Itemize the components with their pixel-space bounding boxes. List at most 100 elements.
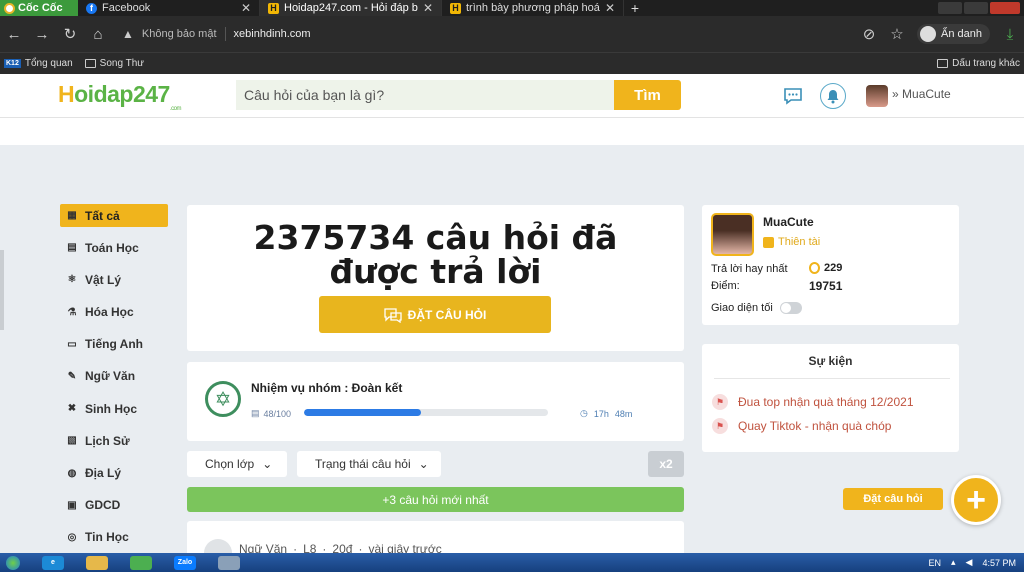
notification-bell-icon[interactable]	[820, 83, 846, 109]
windows-logo-icon	[6, 555, 20, 570]
status-filter-dropdown[interactable]: Trạng thái câu hỏi ⌄	[297, 451, 441, 477]
atom-icon: ⚛	[67, 274, 77, 286]
side-edge-tab	[0, 250, 4, 330]
logo-letter: H	[58, 81, 75, 107]
tab-chemistry[interactable]: H trình bày phương pháp hoá h ✕	[442, 0, 624, 16]
dna-icon: ✖	[67, 403, 77, 415]
event-item[interactable]: ⚑ Đua top nhận quà tháng 12/2021	[712, 394, 914, 410]
ask-question-label: ĐẶT CÂU HỎI	[407, 307, 487, 322]
reload-icon[interactable]: ↻	[62, 25, 78, 43]
tab-close-icon[interactable]: ✕	[605, 1, 615, 15]
tab-title: trình bày phương pháp hoá h	[466, 2, 600, 14]
mission-count: ▤ 48/100	[251, 408, 291, 419]
incognito-badge[interactable]: Ẩn danh	[917, 24, 990, 44]
bookmark-star-icon[interactable]: ☆	[889, 25, 905, 43]
profile-name[interactable]: MuaCute	[763, 215, 814, 229]
url-text: xebinhdinh.com	[233, 28, 311, 40]
sidebar-item-label: Vật Lý	[85, 272, 122, 287]
user-menu[interactable]: » MuaCute	[892, 87, 951, 101]
mission-title: Nhiệm vụ nhóm : Đoàn kết	[251, 381, 403, 395]
bookmark-label: Tổng quan	[24, 58, 73, 69]
search-button[interactable]: Tìm	[614, 80, 681, 110]
floating-ask-label[interactable]: Đặt câu hỏi	[843, 488, 943, 510]
sidebar-item-label: Ngữ Văn	[85, 369, 136, 384]
history-icon: ▧	[67, 435, 77, 447]
literature-icon: ✎	[67, 370, 77, 382]
mission-progress-fill	[304, 409, 422, 416]
new-tab-button[interactable]: +	[624, 0, 646, 16]
taskbar-explorer[interactable]	[80, 553, 114, 572]
header-spacer	[0, 118, 1024, 145]
language-indicator[interactable]: EN	[929, 558, 942, 568]
network-icon[interactable]: ▴	[951, 557, 956, 568]
maximize-button[interactable]	[964, 2, 988, 14]
chat-icon[interactable]	[780, 83, 806, 109]
sidebar-item-geography[interactable]: ◍ Địa Lý	[60, 462, 168, 485]
avatar[interactable]	[711, 213, 754, 256]
sidebar-item-history[interactable]: ▧ Lịch Sử	[60, 429, 168, 452]
ask-question-button[interactable]: ĐẶT CÂU HỎI	[319, 296, 551, 333]
taskbar-app[interactable]	[212, 553, 246, 572]
minimize-button[interactable]	[938, 2, 962, 14]
start-button[interactable]	[0, 553, 26, 572]
best-answers-value: 229	[809, 262, 842, 274]
class-filter-dropdown[interactable]: Chọn lớp ⌄	[187, 451, 287, 477]
sidebar-item-label: GDCD	[85, 498, 121, 513]
event-label: Đua top nhận quà tháng 12/2021	[738, 395, 914, 409]
answered-count-heading: 2375734 câu hỏi đã được trả lời	[253, 218, 618, 291]
taskbar-zalo[interactable]: Zalo	[168, 553, 202, 572]
bookmark-song-thu[interactable]: Song Thư	[84, 58, 144, 69]
floating-add-button[interactable]: +	[951, 475, 1001, 525]
sidebar-item-english[interactable]: ▭ Tiếng Anh	[60, 333, 168, 356]
url-field[interactable]: ▲ Không bảo mật xebinhdinh.com	[118, 21, 849, 47]
username-label: MuaCute	[902, 87, 951, 101]
flag-icon: ⚑	[712, 418, 728, 434]
sidebar-item-label: Địa Lý	[85, 466, 122, 480]
dark-mode-toggle[interactable]	[780, 302, 802, 314]
points-label: Điểm:	[711, 280, 740, 292]
close-window-button[interactable]	[990, 2, 1020, 14]
sidebar-item-biology[interactable]: ✖ Sinh Học	[60, 397, 168, 420]
site-logo[interactable]: Hoidap247 .com	[58, 81, 182, 112]
clock[interactable]: 4:57 PM	[982, 558, 1016, 568]
volume-icon[interactable]: ◀	[966, 557, 973, 568]
bookmark-label: Dấu trang khác	[952, 58, 1020, 69]
tab-close-icon[interactable]: ✕	[241, 1, 251, 15]
events-divider	[714, 378, 950, 379]
other-bookmarks[interactable]: Dấu trang khác	[937, 58, 1020, 69]
sidebar-item-chemistry[interactable]: ⚗ Hóa Học	[60, 301, 168, 324]
tab-facebook[interactable]: f Facebook ✕	[78, 0, 260, 16]
sidebar-item-civics[interactable]: ▣ GDCD	[60, 494, 168, 517]
event-item[interactable]: ⚑ Quay Tiktok - nhận quà chóp	[712, 418, 891, 434]
avatar[interactable]	[866, 85, 888, 107]
subject-sidebar: ▦ Tất cả ▤ Toán Học ⚛ Vật Lý ⚗ Hóa Học ▭ Tiến…	[60, 204, 168, 558]
events-title: Sự kiện	[808, 354, 853, 368]
back-icon[interactable]: ←	[6, 26, 22, 43]
tab-hoidap247[interactable]: H Hoidap247.com - Hỏi đáp bà ✕	[260, 0, 442, 16]
search-input[interactable]: Câu hỏi của bạn là gì?	[236, 80, 614, 110]
site-header: Hoidap247 .com Câu hỏi của bạn là gì? Tì…	[0, 74, 1024, 118]
new-questions-banner[interactable]: +3 câu hỏi mới nhất	[187, 487, 684, 512]
tracking-off-icon[interactable]: ⊘	[861, 25, 877, 43]
document-icon: ▤	[251, 408, 260, 418]
sidebar-item-physics[interactable]: ⚛ Vật Lý	[60, 268, 168, 291]
sidebar-item-informatics[interactable]: ◎ Tin Học	[60, 526, 168, 549]
x2-multiplier-button[interactable]: x2	[648, 451, 684, 477]
coccoc-menu-button[interactable]: Cốc Cốc	[0, 0, 78, 16]
folder-icon	[937, 59, 949, 68]
sidebar-item-literature[interactable]: ✎ Ngữ Văn	[60, 365, 168, 388]
taskbar-coccoc[interactable]	[124, 553, 158, 572]
time-hours: 17h	[593, 408, 609, 419]
tab-close-icon[interactable]: ✕	[423, 1, 433, 15]
bookmark-overview[interactable]: K12 Tổng quan	[4, 58, 73, 69]
sidebar-item-label: Tiếng Anh	[85, 337, 143, 352]
group-mission-card: ✡ Nhiệm vụ nhóm : Đoàn kết ▤ 48/100 ◷ 17…	[187, 362, 684, 441]
taskbar-ie[interactable]: e	[36, 553, 70, 572]
sidebar-item-all[interactable]: ▦ Tất cả	[60, 204, 168, 227]
bookmark-label: Song Thư	[99, 58, 144, 69]
forward-icon[interactable]: →	[34, 26, 50, 43]
browser-brand-label: Cốc Cốc	[18, 2, 63, 14]
sidebar-item-math[interactable]: ▤ Toán Học	[60, 236, 168, 259]
home-icon[interactable]: ⌂	[90, 26, 106, 43]
download-icon[interactable]: ⤓	[1002, 26, 1018, 43]
